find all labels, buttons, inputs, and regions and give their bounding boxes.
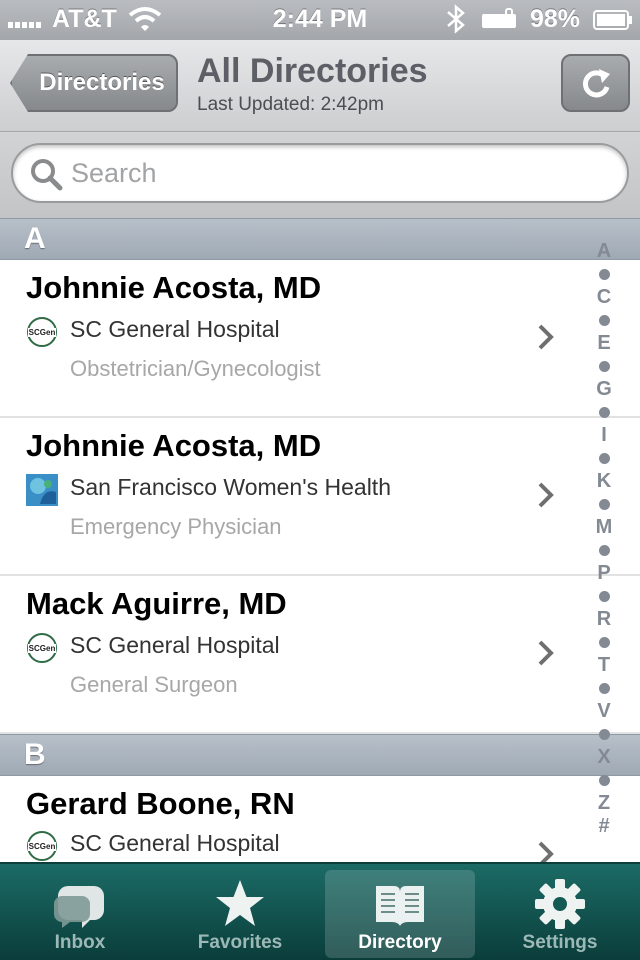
star-icon (216, 880, 264, 926)
tab-settings[interactable]: Settings (485, 870, 635, 958)
search-placeholder: Search (71, 158, 157, 188)
organization-name: SC General Hospital (70, 632, 280, 658)
index-letter[interactable]: C (597, 286, 611, 309)
index-dot (598, 683, 610, 694)
index-dot (598, 407, 610, 418)
tab-label: Favorites (197, 932, 283, 953)
tab-bar: Inbox Favorites Directory Settings (0, 862, 640, 960)
organization-name: SC General Hospital (70, 830, 280, 856)
orientation-lock-icon (482, 8, 516, 28)
index-letter[interactable]: # (598, 815, 609, 838)
index-dot (598, 637, 610, 648)
section-header-a: A (0, 218, 640, 260)
index-dot (598, 545, 610, 556)
battery-icon (593, 10, 632, 30)
chevron-right-icon (538, 482, 554, 508)
search-bar: Search (0, 132, 640, 218)
index-letter[interactable]: T (598, 654, 610, 677)
contact-name: Gerard Boone, RN (26, 786, 295, 821)
search-input[interactable]: Search (11, 143, 629, 203)
index-letter[interactable]: P (597, 562, 610, 585)
battery-percent: 98% (530, 5, 581, 33)
back-button[interactable]: Directories (10, 54, 178, 112)
section-header-b: B (0, 734, 640, 776)
specialty: Emergency Physician (70, 514, 282, 539)
sc-general-logo-icon: SCGen (27, 831, 57, 861)
index-letter[interactable]: V (597, 700, 610, 723)
sc-general-logo-icon: SCGen (27, 633, 57, 663)
index-letter[interactable]: Z (598, 792, 610, 815)
bluetooth-icon (447, 4, 465, 34)
index-dot (598, 315, 610, 326)
list-item[interactable]: Johnnie Acosta, MD San Francisco Women's… (0, 418, 640, 576)
index-dot (598, 499, 610, 510)
svg-text:SCGen: SCGen (29, 644, 56, 653)
chevron-right-icon (538, 640, 554, 666)
navigation-bar: Directories All Directories Last Updated… (0, 40, 640, 132)
index-letter[interactable]: E (597, 332, 610, 355)
index-dot (598, 591, 610, 602)
index-letter[interactable]: I (601, 424, 607, 447)
index-letter[interactable]: G (596, 378, 612, 401)
list-item[interactable]: Johnnie Acosta, MD SCGen SC General Hosp… (0, 260, 640, 418)
status-bar: AT&T 2:44 PM 98% (0, 0, 640, 40)
index-dot (598, 453, 610, 464)
tab-label: Inbox (54, 932, 106, 953)
svg-text:SCGen: SCGen (29, 842, 56, 851)
book-icon (376, 886, 424, 926)
sf-womens-health-logo-icon (26, 474, 58, 506)
index-dot (598, 361, 610, 372)
gear-icon (535, 879, 585, 929)
organization-name: SC General Hospital (70, 316, 280, 342)
tab-label: Settings (522, 932, 598, 953)
list-item[interactable]: Mack Aguirre, MD SCGen SC General Hospit… (0, 576, 640, 734)
tab-favorites[interactable]: Favorites (165, 870, 315, 958)
organization-name: San Francisco Women's Health (70, 474, 391, 500)
specialty: General Surgeon (70, 672, 238, 697)
index-dot (598, 775, 610, 786)
contact-name: Johnnie Acosta, MD (26, 428, 322, 463)
svg-text:SCGen: SCGen (29, 328, 56, 337)
index-letter[interactable]: A (597, 240, 611, 263)
index-dot (598, 729, 610, 740)
index-letter[interactable]: M (596, 516, 613, 539)
search-icon (31, 159, 63, 191)
refresh-button[interactable] (561, 54, 630, 112)
speech-bubble-icon (54, 886, 104, 928)
index-letter[interactable]: R (597, 608, 611, 631)
page-title: All Directories (197, 52, 428, 90)
chevron-right-icon (538, 324, 554, 350)
contact-name: Mack Aguirre, MD (26, 586, 287, 621)
contact-name: Johnnie Acosta, MD (26, 270, 322, 305)
section-index[interactable]: A C E G I K M P R T V X Z # (588, 240, 620, 840)
list-item[interactable]: Gerard Boone, RN SCGen SC General Hospit… (0, 776, 640, 867)
refresh-icon (582, 69, 610, 98)
index-letter[interactable]: X (597, 746, 610, 769)
tab-label: Directory (358, 932, 442, 953)
index-dot (598, 269, 610, 280)
last-updated-label: Last Updated: 2:42pm (197, 94, 384, 115)
index-letter[interactable]: K (597, 470, 611, 493)
sc-general-logo-icon: SCGen (27, 317, 57, 347)
specialty: Obstetrician/Gynecologist (70, 356, 321, 381)
tab-inbox[interactable]: Inbox (5, 870, 155, 958)
tab-directory[interactable]: Directory (325, 870, 475, 958)
